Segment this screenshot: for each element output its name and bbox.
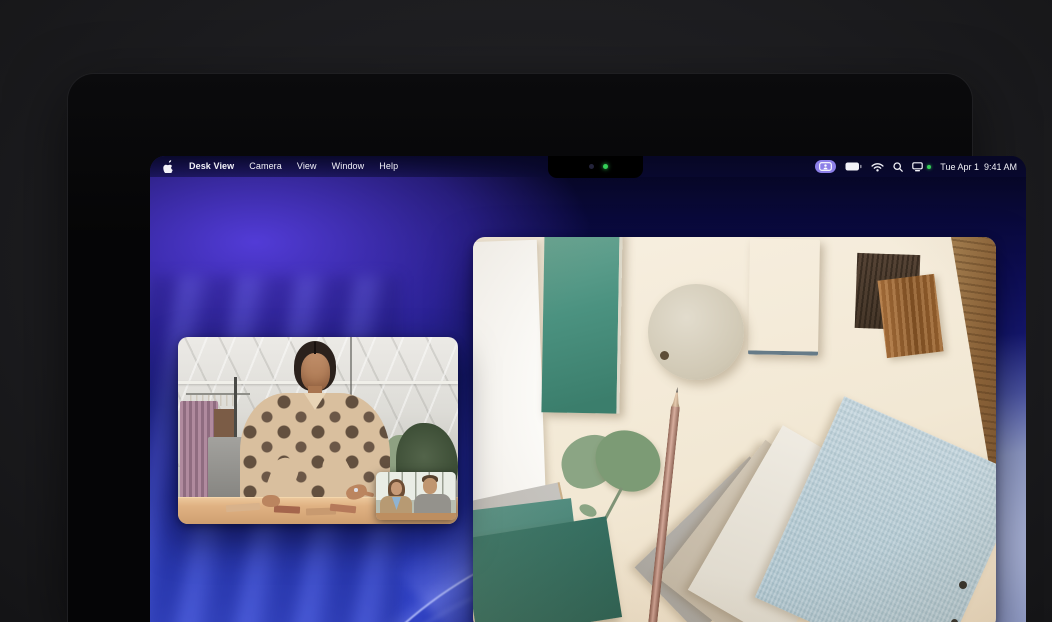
presenter-hair-part: [314, 342, 316, 354]
facetime-pip[interactable]: [376, 472, 456, 520]
desk-view-indicator-pill[interactable]: [815, 160, 836, 173]
screen-share-icon: [819, 162, 832, 171]
presenter-left-hand: [262, 495, 280, 507]
display-notch: [548, 156, 643, 178]
menu-view[interactable]: View: [297, 156, 317, 177]
status-area: Tue Apr 1 9:41 AM: [815, 156, 1017, 177]
camera-active-dot: [927, 165, 931, 169]
paper-swatch: [274, 505, 300, 513]
camera-lens: [589, 164, 594, 169]
wifi-icon[interactable]: [871, 162, 884, 172]
menu-window[interactable]: Window: [332, 156, 365, 177]
camera-indicator-light: [603, 164, 608, 169]
pip-table: [376, 513, 456, 520]
menu-app-name[interactable]: Desk View: [189, 156, 234, 177]
participant-woman-face: [391, 482, 402, 495]
battery-icon[interactable]: [845, 162, 862, 171]
display-menu-icon[interactable]: [912, 162, 923, 172]
desk-view-window[interactable]: [473, 237, 996, 622]
menu-bar-clock[interactable]: Tue Apr 1 9:41 AM: [940, 162, 1017, 172]
menu-help[interactable]: Help: [379, 156, 398, 177]
participant-man-face: [423, 478, 437, 494]
apple-menu[interactable]: [163, 160, 174, 173]
facetime-window[interactable]: [178, 337, 458, 524]
desk-vignette: [473, 237, 996, 622]
spotlight-icon[interactable]: [893, 162, 903, 172]
menu-camera[interactable]: Camera: [249, 156, 282, 177]
photo-background: Desk View Camera View Window Help: [0, 0, 1052, 622]
menu-bar-menus: Desk View Camera View Window Help: [150, 156, 398, 177]
laptop-frame: Desk View Camera View Window Help: [68, 74, 972, 622]
apple-logo: [163, 160, 174, 173]
silver-ring: [354, 488, 358, 492]
pendant-cord: [350, 337, 352, 396]
display: Desk View Camera View Window Help: [150, 156, 1026, 622]
